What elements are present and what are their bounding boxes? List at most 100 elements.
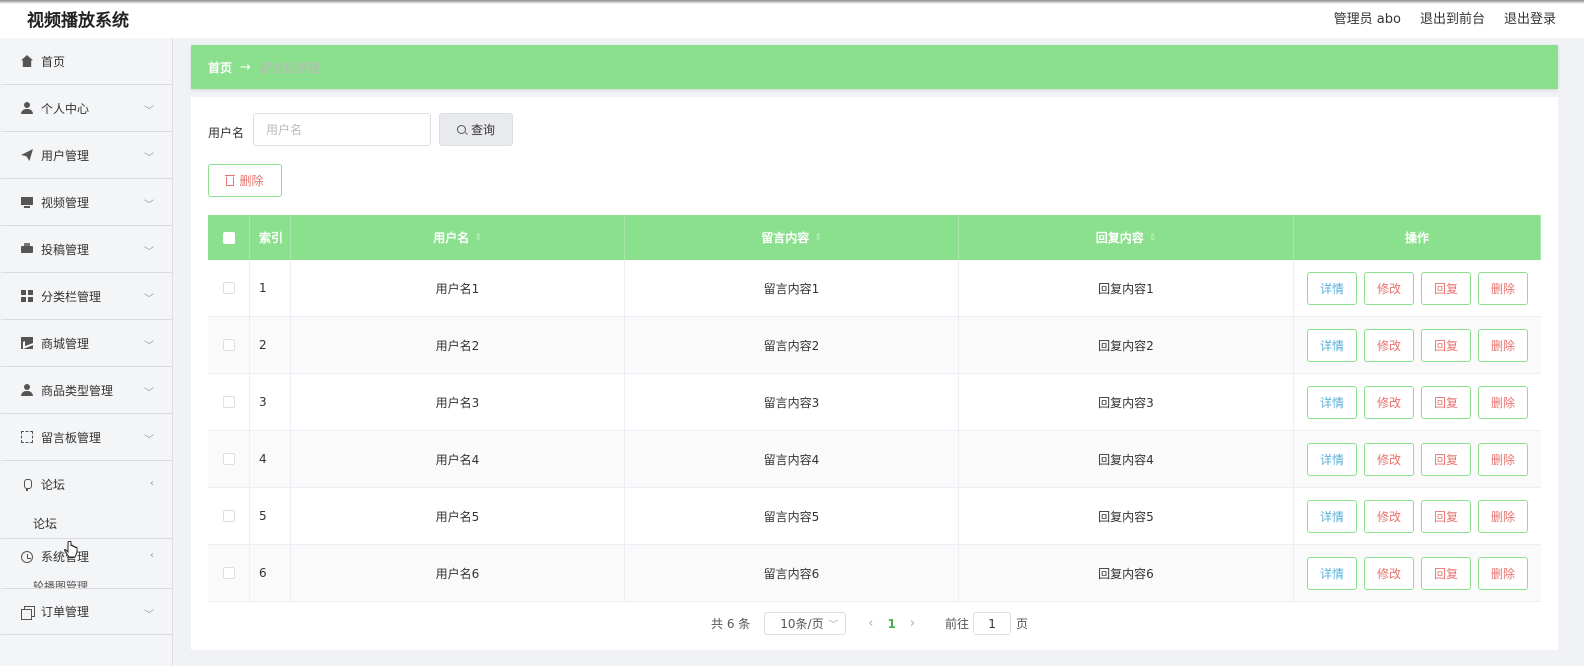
row-message: 留言内容6	[625, 545, 959, 601]
breadcrumb-current: 留言板管理	[259, 60, 320, 75]
detail-button[interactable]: 详情	[1307, 271, 1357, 305]
sidebar-subitem-forum[interactable]: 论坛	[1, 508, 172, 538]
row-checkbox-cell	[208, 374, 250, 430]
mic-icon	[21, 478, 33, 491]
sidebar-item-profile[interactable]: 个人中心 ﹀	[1, 85, 172, 132]
row-username: 用户名5	[291, 488, 625, 544]
sidebar-item-product-types[interactable]: 商品类型管理 ﹀	[1, 367, 172, 414]
row-message: 留言内容2	[625, 317, 959, 373]
query-button-label: 查询	[470, 123, 495, 137]
row-actions: 详情 修改 回复 删除	[1294, 260, 1541, 316]
row-checkbox[interactable]	[222, 282, 235, 294]
sidebar-item-guestbook[interactable]: 留言板管理 ﹀	[1, 414, 172, 461]
pagination-total: 共 6 条	[711, 617, 751, 631]
reply-button[interactable]: 回复	[1421, 328, 1471, 362]
row-message: 留言内容3	[625, 374, 959, 430]
send-icon	[21, 149, 33, 161]
header-reply[interactable]: 回复内容 ⇕	[959, 215, 1294, 260]
sidebar-item-mall[interactable]: 商城管理 ﹀	[1, 320, 172, 367]
detail-button[interactable]: 详情	[1307, 499, 1357, 533]
home-icon	[21, 55, 33, 67]
reply-button[interactable]: 回复	[1421, 271, 1471, 305]
row-index: 2	[250, 317, 291, 373]
header-message[interactable]: 留言内容 ⇕	[625, 215, 959, 260]
chevron-down-icon: ﹀	[144, 106, 154, 117]
table-row: 3 用户名3 留言内容3 回复内容3 详情 修改 回复 删除	[208, 374, 1541, 431]
row-checkbox[interactable]	[222, 396, 235, 408]
header-username[interactable]: 用户名 ⇕	[291, 215, 625, 260]
sidebar-subitem-carousel[interactable]: 轮播图管理	[1, 574, 172, 588]
sidebar-item-system[interactable]: 系统管理 ‹	[1, 538, 172, 574]
goto-unit: 页	[1016, 617, 1029, 631]
page-size-select[interactable]: 10条/页 ﹀	[764, 612, 847, 635]
row-reply: 回复内容4	[959, 431, 1294, 487]
row-checkbox[interactable]	[222, 567, 235, 579]
sort-icon[interactable]: ⇕	[1149, 233, 1157, 243]
detail-button[interactable]: 详情	[1307, 556, 1357, 590]
delete-button[interactable]: 删除	[1478, 499, 1528, 533]
edit-button[interactable]: 修改	[1364, 328, 1414, 362]
page-number-current[interactable]: 1	[887, 617, 895, 631]
sort-icon[interactable]: ⇕	[474, 233, 482, 243]
edit-button[interactable]: 修改	[1364, 556, 1414, 590]
table-row: 2 用户名2 留言内容2 回复内容2 详情 修改 回复 删除	[208, 317, 1541, 374]
sidebar: 首页 个人中心 ﹀ 用户管理 ﹀ 视频管理 ﹀ 投稿管理 ﹀ 分类栏管理 ﹀ 商…	[1, 38, 173, 666]
sidebar-item-submissions[interactable]: 投稿管理 ﹀	[1, 226, 172, 273]
sidebar-item-label: 视频管理	[41, 195, 90, 210]
table-row: 6 用户名6 留言内容6 回复内容6 详情 修改 回复 删除	[208, 545, 1541, 602]
reply-button[interactable]: 回复	[1421, 556, 1471, 590]
sidebar-item-users[interactable]: 用户管理 ﹀	[1, 132, 172, 179]
row-checkbox[interactable]	[222, 339, 235, 351]
detail-button[interactable]: 详情	[1307, 385, 1357, 419]
reply-button[interactable]: 回复	[1421, 442, 1471, 476]
chevron-down-icon: ﹀	[144, 435, 154, 446]
edit-button[interactable]: 修改	[1364, 499, 1414, 533]
exit-to-front-link[interactable]: 退出到前台	[1420, 8, 1485, 27]
delete-button[interactable]: 删除	[1478, 442, 1528, 476]
delete-button[interactable]: 删除	[1478, 385, 1528, 419]
goto-label: 前往	[945, 617, 970, 631]
delete-button[interactable]: 删除	[1478, 328, 1528, 362]
next-page-button[interactable]: ›	[910, 616, 915, 631]
select-all-checkbox[interactable]	[222, 231, 235, 244]
chevron-down-icon: ﹀	[144, 341, 154, 352]
prev-page-button[interactable]: ‹	[868, 616, 873, 631]
row-index: 1	[250, 260, 291, 316]
sidebar-item-videos[interactable]: 视频管理 ﹀	[1, 179, 172, 226]
sidebar-item-home[interactable]: 首页	[1, 38, 172, 85]
sidebar-item-forum[interactable]: 论坛 ‹	[1, 461, 172, 508]
goto-page-input[interactable]	[973, 612, 1012, 635]
row-checkbox[interactable]	[222, 510, 235, 522]
edit-button[interactable]: 修改	[1364, 385, 1414, 419]
copy-icon	[21, 605, 35, 620]
user-icon	[21, 384, 33, 396]
sort-icon[interactable]: ⇕	[814, 233, 822, 243]
logout-link[interactable]: 退出登录	[1504, 8, 1556, 27]
table-body: 1 用户名1 留言内容1 回复内容1 详情 修改 回复 删除 2 用户名2 留言内容2 回复内容2 详情…	[208, 260, 1541, 602]
username-search-input[interactable]	[253, 113, 431, 146]
grid-icon	[21, 290, 33, 302]
reply-button[interactable]: 回复	[1421, 385, 1471, 419]
detail-button[interactable]: 详情	[1307, 442, 1357, 476]
sidebar-item-orders[interactable]: 订单管理 ﹀	[1, 588, 172, 635]
batch-delete-button[interactable]: 删除	[208, 164, 282, 197]
row-checkbox[interactable]	[222, 453, 235, 465]
sidebar-item-categories[interactable]: 分类栏管理 ﹀	[1, 273, 172, 320]
breadcrumb-separator: →	[240, 59, 251, 75]
header-message-label: 留言内容	[761, 231, 810, 245]
delete-button[interactable]: 删除	[1478, 271, 1528, 305]
row-checkbox-cell	[208, 260, 250, 316]
detail-button[interactable]: 详情	[1307, 328, 1357, 362]
reply-button[interactable]: 回复	[1421, 499, 1471, 533]
query-button[interactable]: 查询	[439, 113, 513, 146]
row-index: 3	[250, 374, 291, 430]
row-username: 用户名1	[291, 260, 625, 316]
chevron-left-icon: ‹	[150, 478, 154, 489]
edit-button[interactable]: 修改	[1364, 442, 1414, 476]
delete-button[interactable]: 删除	[1478, 556, 1528, 590]
chevron-down-icon: ﹀	[144, 153, 154, 164]
breadcrumb-home[interactable]: 首页	[208, 59, 232, 76]
row-reply: 回复内容5	[959, 488, 1294, 544]
edit-button[interactable]: 修改	[1364, 271, 1414, 305]
user-icon	[21, 102, 33, 114]
